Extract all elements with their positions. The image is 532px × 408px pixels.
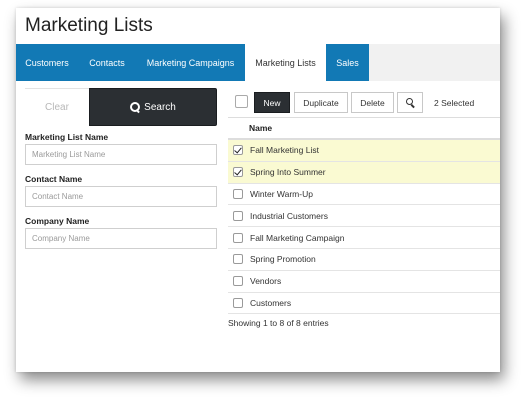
search-button-label: Search (144, 101, 176, 113)
company-name-input[interactable] (25, 228, 217, 249)
new-button[interactable]: New (254, 92, 290, 113)
table-row[interactable]: Winter Warm-Up (228, 184, 500, 206)
duplicate-button[interactable]: Duplicate (294, 92, 348, 113)
table-row[interactable]: Customers (228, 293, 500, 315)
row-name: Vendors (250, 276, 282, 287)
row-name: Winter Warm-Up (250, 188, 313, 199)
tab-customers[interactable]: Customers (16, 44, 78, 81)
delete-button[interactable]: Delete (351, 92, 394, 113)
search-icon (405, 98, 415, 107)
row-checkbox[interactable] (233, 276, 243, 287)
tab-bar: Customers Contacts Marketing Campaigns M… (16, 44, 500, 81)
tab-sales[interactable]: Sales (326, 44, 369, 81)
tab-contacts[interactable]: Contacts (78, 44, 136, 81)
row-name: Industrial Customers (250, 210, 328, 221)
row-name: Spring Promotion (250, 254, 316, 265)
app-window: Marketing Lists Customers Contacts Marke… (16, 8, 500, 372)
row-name: Customers (250, 297, 292, 308)
row-name: Spring Into Summer (250, 167, 326, 178)
row-checkbox[interactable] (233, 232, 243, 243)
table-row[interactable]: Spring Promotion (228, 249, 500, 271)
contact-name-input[interactable] (25, 186, 217, 207)
row-checkbox[interactable] (233, 210, 243, 221)
toolbar-search-button[interactable] (397, 92, 423, 113)
table-info: Showing 1 to 8 of 8 entries (228, 318, 329, 328)
table-row[interactable]: Fall Marketing Campaign (228, 227, 500, 249)
clear-button[interactable]: Clear (25, 88, 89, 126)
table-row[interactable]: Industrial Customers (228, 205, 500, 228)
marketing-list-name-input[interactable] (25, 144, 217, 165)
page-title: Marketing Lists (25, 15, 153, 36)
row-checkbox[interactable] (233, 297, 243, 308)
row-checkbox[interactable] (233, 167, 243, 178)
row-checkbox[interactable] (233, 145, 243, 156)
marketing-list-name-label: Marketing List Name (25, 132, 109, 142)
row-checkbox[interactable] (233, 254, 243, 265)
table-row[interactable]: Spring Into Summer (228, 161, 500, 184)
tab-marketing-campaigns[interactable]: Marketing Campaigns (136, 44, 245, 81)
table-row[interactable]: Fall Marketing List (228, 140, 500, 162)
selected-count: 2 Selected (434, 98, 475, 108)
search-button[interactable]: Search (89, 88, 217, 126)
row-name: Fall Marketing Campaign (250, 232, 345, 243)
marketing-lists-table: Name Fall Marketing List Spring Into Sum… (228, 117, 500, 315)
search-icon (130, 102, 141, 112)
tab-marketing-lists[interactable]: Marketing Lists (245, 44, 326, 81)
contact-name-label: Contact Name (25, 174, 83, 184)
row-checkbox[interactable] (233, 188, 243, 199)
table-row[interactable]: Vendors (228, 271, 500, 293)
company-name-label: Company Name (25, 216, 90, 226)
column-header-name[interactable]: Name (228, 118, 500, 140)
row-name: Fall Marketing List (250, 145, 319, 156)
select-all-checkbox[interactable] (235, 95, 248, 108)
